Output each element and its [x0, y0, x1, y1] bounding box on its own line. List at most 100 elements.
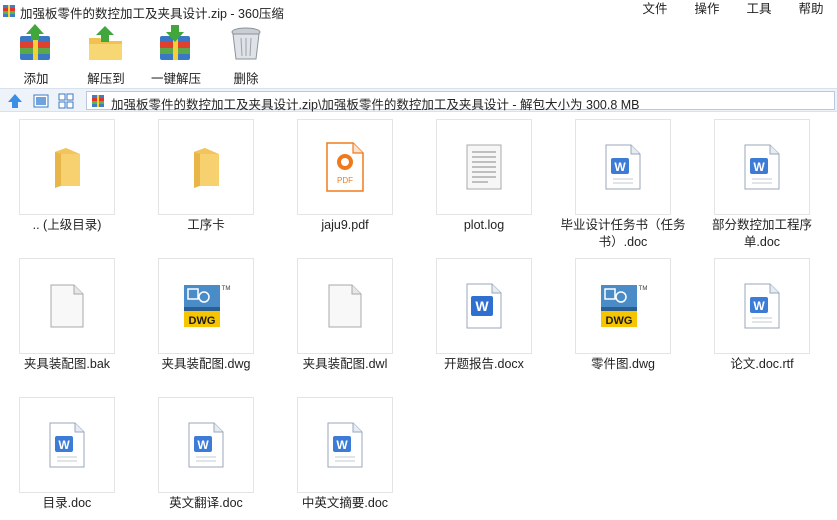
- file-name: 论文.doc.rtf: [730, 357, 794, 371]
- pdf-icon: PDF: [326, 142, 364, 192]
- file-name: 毕业设计任务书（任务书）.doc: [560, 218, 686, 249]
- one-click-extract-label: 一键解压: [150, 72, 201, 86]
- file-grid: .. (上级目录) 工序卡 PDF jaju9.pdf plot.log W 毕…: [0, 113, 837, 520]
- file-item-docx[interactable]: W 开题报告.docx: [417, 252, 556, 391]
- extract-to-button[interactable]: 解压到: [74, 24, 138, 86]
- file-name: .. (上级目录): [32, 218, 102, 232]
- file-item-dwg[interactable]: DWG TM 夹具装配图.dwg: [139, 252, 278, 391]
- menu-file[interactable]: 文件: [629, 0, 681, 20]
- folder-icon: [194, 148, 219, 188]
- title-bar: 加强板零件的数控加工及夹具设计.zip - 360压缩 文件 操作 工具 帮助: [0, 0, 837, 22]
- add-label: 添加: [23, 72, 49, 86]
- file-name: jaju9.pdf: [321, 218, 369, 232]
- file-thumbnail: W: [714, 258, 810, 354]
- word-doc-icon: W: [605, 144, 641, 190]
- path-text: 加强板零件的数控加工及夹具设计.zip\加强板零件的数控加工及夹具设计 - 解包…: [111, 98, 640, 112]
- file-item-bak[interactable]: 夹具装配图.bak: [0, 252, 139, 391]
- word-icon-label: W: [336, 438, 348, 452]
- word-doc-icon: W: [744, 144, 780, 190]
- archive-app-icon: [3, 5, 15, 17]
- file-item-doc[interactable]: W 英文翻译.doc: [139, 391, 278, 520]
- path-field[interactable]: 加强板零件的数控加工及夹具设计.zip\加强板零件的数控加工及夹具设计 - 解包…: [86, 91, 835, 112]
- archive-icon: [92, 95, 104, 107]
- file-thumbnail: [158, 119, 254, 215]
- pdf-icon-label: PDF: [337, 176, 353, 185]
- word-docx-icon: W: [466, 283, 502, 329]
- file-thumbnail: [436, 119, 532, 215]
- address-bar: 加强板零件的数控加工及夹具设计.zip\加强板零件的数控加工及夹具设计 - 解包…: [0, 88, 837, 112]
- file-thumbnail: DWG TM: [158, 258, 254, 354]
- file-item-doc[interactable]: W 中英文摘要.doc: [278, 391, 417, 520]
- text-file-icon: [466, 144, 502, 190]
- file-name: 中英文摘要.doc: [301, 496, 389, 510]
- menu-tools[interactable]: 工具: [733, 0, 785, 20]
- up-arrow-icon[interactable]: [6, 92, 24, 110]
- add-archive-icon: [20, 24, 50, 60]
- file-name: 开题报告.docx: [444, 357, 524, 371]
- file-name: 目录.doc: [42, 496, 92, 510]
- file-name: 工序卡: [187, 218, 225, 232]
- file-item-doc[interactable]: W 目录.doc: [0, 391, 139, 520]
- delete-button[interactable]: 删除: [214, 24, 278, 86]
- delete-label: 删除: [233, 72, 259, 86]
- word-icon-label: W: [58, 438, 70, 452]
- file-item-rtf[interactable]: W 论文.doc.rtf: [695, 252, 834, 391]
- file-item-folder[interactable]: 工序卡: [139, 113, 278, 252]
- file-item-parent-dir[interactable]: .. (上级目录): [0, 113, 139, 252]
- dwg-icon: DWG TM: [184, 285, 231, 327]
- toolbar: 添加 解压到 一键解压 删除: [0, 22, 837, 86]
- file-thumbnail: W: [19, 397, 115, 493]
- file-item-doc[interactable]: W 部分数控加工程序单.doc: [695, 113, 834, 252]
- extract-folder-icon: [89, 26, 122, 60]
- file-name: 夹具装配图.dwl: [302, 357, 388, 371]
- file-thumbnail: W: [714, 119, 810, 215]
- dwg-icon: DWG TM: [601, 285, 648, 327]
- word-doc-icon: W: [327, 422, 363, 468]
- trademark-label: TM: [222, 286, 231, 292]
- file-thumbnail: [19, 119, 115, 215]
- word-icon-label: W: [197, 438, 209, 452]
- word-doc-icon: W: [188, 422, 224, 468]
- large-icon-view-icon[interactable]: [32, 92, 50, 110]
- file-name: plot.log: [463, 218, 505, 232]
- dwg-icon-label: DWG: [189, 315, 216, 327]
- file-name: 部分数控加工程序单.doc: [711, 218, 812, 249]
- one-click-extract-icon: [160, 25, 190, 60]
- file-thumbnail: W: [436, 258, 532, 354]
- menu-help[interactable]: 帮助: [785, 0, 837, 20]
- menu-bar: 文件 操作 工具 帮助: [629, 0, 837, 20]
- menu-operate[interactable]: 操作: [681, 0, 733, 20]
- file-name: 零件图.dwg: [591, 357, 655, 371]
- dwg-icon-label: DWG: [606, 315, 633, 327]
- file-thumbnail: PDF: [297, 119, 393, 215]
- file-thumbnail: W: [575, 119, 671, 215]
- file-name: 夹具装配图.dwg: [161, 357, 251, 371]
- file-name: 英文翻译.doc: [169, 496, 243, 510]
- file-item-pdf[interactable]: PDF jaju9.pdf: [278, 113, 417, 252]
- word-doc-icon: W: [49, 422, 85, 468]
- file-item-dwg[interactable]: DWG TM 零件图.dwg: [556, 252, 695, 391]
- word-icon-label: W: [614, 160, 626, 174]
- trademark-label: TM: [639, 286, 648, 292]
- one-click-extract-button[interactable]: 一键解压: [144, 24, 208, 86]
- file-thumbnail: DWG TM: [575, 258, 671, 354]
- word-doc-icon: W: [744, 283, 780, 329]
- add-button[interactable]: 添加: [4, 24, 68, 86]
- small-icon-view-icon[interactable]: [57, 92, 75, 110]
- file-item-doc[interactable]: W 毕业设计任务书（任务书）.doc: [556, 113, 695, 252]
- word-icon-label: W: [753, 299, 765, 313]
- extract-to-label: 解压到: [87, 72, 125, 86]
- window-title: 加强板零件的数控加工及夹具设计.zip - 360压缩: [20, 7, 284, 21]
- file-thumbnail: [19, 258, 115, 354]
- word-icon-label: W: [753, 160, 765, 174]
- file-thumbnail: W: [158, 397, 254, 493]
- blank-file-icon: [328, 284, 362, 328]
- trash-icon: [231, 27, 261, 60]
- folder-icon: [55, 148, 80, 188]
- word-icon-label: W: [475, 298, 489, 314]
- file-item-log[interactable]: plot.log: [417, 113, 556, 252]
- file-thumbnail: W: [297, 397, 393, 493]
- file-item-dwl[interactable]: 夹具装配图.dwl: [278, 252, 417, 391]
- blank-file-icon: [50, 284, 84, 328]
- file-thumbnail: [297, 258, 393, 354]
